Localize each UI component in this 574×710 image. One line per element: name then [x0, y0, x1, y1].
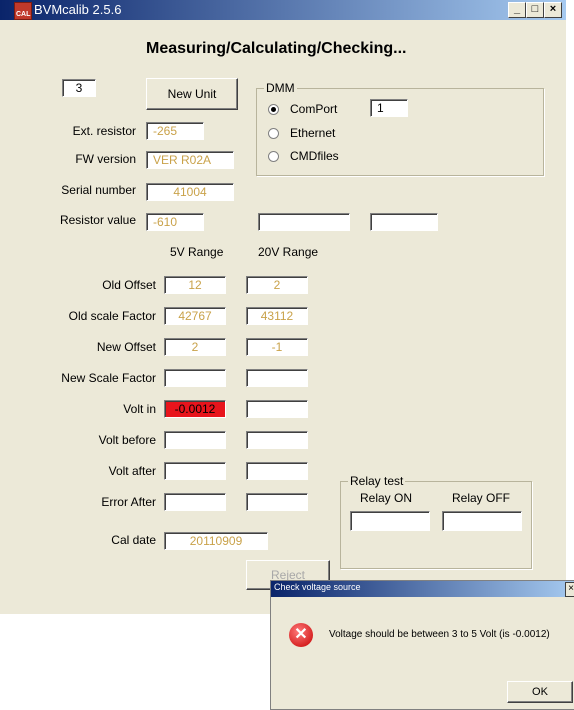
- old-offset-5v[interactable]: 12: [164, 276, 226, 294]
- row-label-new-scale: New Scale Factor: [61, 371, 156, 385]
- volt-after-5v[interactable]: [164, 462, 226, 480]
- 5v-range-header: 5V Range: [170, 245, 224, 259]
- relay-on-label: Relay ON: [360, 491, 413, 505]
- app-icon: CAL: [14, 2, 32, 20]
- fw-version-field[interactable]: VER R02A: [146, 151, 234, 169]
- page-title: Measuring/Calculating/Checking...: [146, 40, 407, 57]
- row-label-volt-in: Volt in: [123, 402, 156, 416]
- cal-date-field[interactable]: 20110909: [164, 532, 268, 550]
- ext-resistor-field[interactable]: -265: [146, 122, 204, 140]
- dialog-title: Check voltage source: [274, 582, 361, 592]
- old-scale-5v[interactable]: 42767: [164, 307, 226, 325]
- relay-test-legend: Relay test: [348, 474, 406, 488]
- volt-before-20v[interactable]: [246, 431, 308, 449]
- new-offset-5v[interactable]: 2: [164, 338, 226, 356]
- comport-number-field[interactable]: 1: [370, 99, 408, 117]
- volt-in-20v[interactable]: [246, 400, 308, 418]
- relay-on-field[interactable]: [350, 511, 430, 531]
- ext-resistor-label: Ext. resistor: [72, 124, 136, 138]
- cmdfiles-radio[interactable]: [268, 151, 279, 162]
- serial-number-field[interactable]: 41004: [146, 183, 234, 201]
- new-scale-20v[interactable]: [246, 369, 308, 387]
- comport-radio[interactable]: [268, 104, 279, 115]
- resistor-extra-field-2[interactable]: [370, 213, 438, 231]
- row-label-volt-before: Volt before: [98, 433, 156, 447]
- old-scale-20v[interactable]: 43112: [246, 307, 308, 325]
- old-offset-20v[interactable]: 2: [246, 276, 308, 294]
- row-label-new-offset: New Offset: [96, 340, 156, 354]
- cmdfiles-label: CMDfiles: [290, 149, 339, 163]
- dmm-legend: DMM: [264, 81, 297, 95]
- error-icon: ✕: [289, 623, 313, 647]
- error-after-5v[interactable]: [164, 493, 226, 511]
- serial-number-label: Serial number: [61, 183, 136, 197]
- minimize-button[interactable]: _: [508, 2, 526, 18]
- resistor-value-field[interactable]: -610: [146, 213, 204, 231]
- title-bar: CAL BVMcalib 2.5.6 _ □ ×: [0, 0, 566, 20]
- error-after-20v[interactable]: [246, 493, 308, 511]
- comport-label: ComPort: [290, 102, 338, 116]
- relay-off-label: Relay OFF: [452, 491, 511, 505]
- new-offset-20v[interactable]: -1: [246, 338, 308, 356]
- ethernet-label: Ethernet: [290, 126, 336, 140]
- new-scale-5v[interactable]: [164, 369, 226, 387]
- dialog-title-bar: Check voltage source ×: [271, 581, 574, 597]
- resistor-extra-field-1[interactable]: [258, 213, 350, 231]
- resistor-value-label: Resistor value: [59, 213, 136, 227]
- row-label-error-after: Error After: [101, 495, 156, 509]
- row-label-old-offset: Old Offset: [102, 278, 156, 292]
- relay-off-field[interactable]: [442, 511, 522, 531]
- dialog-close-button[interactable]: ×: [565, 582, 574, 597]
- 20v-range-header: 20V Range: [258, 245, 319, 259]
- ethernet-radio[interactable]: [268, 128, 279, 139]
- volt-after-20v[interactable]: [246, 462, 308, 480]
- maximize-button[interactable]: □: [526, 2, 544, 18]
- window-title: BVMcalib 2.5.6: [34, 2, 122, 17]
- unit-number-field[interactable]: 3: [62, 79, 96, 97]
- check-voltage-dialog: Check voltage source × ✕ Voltage should …: [270, 580, 574, 710]
- new-unit-button[interactable]: New Unit: [146, 78, 238, 110]
- fw-version-label: FW version: [75, 152, 136, 166]
- row-label-volt-after: Volt after: [108, 464, 156, 478]
- cal-date-label: Cal date: [111, 533, 156, 547]
- close-button[interactable]: ×: [544, 2, 562, 18]
- row-label-old-scale: Old scale Factor: [68, 309, 156, 323]
- dialog-message: Voltage should be between 3 to 5 Volt (i…: [329, 629, 550, 640]
- ok-button[interactable]: OK: [507, 681, 573, 703]
- main-window: CAL BVMcalib 2.5.6 _ □ × Measuring/Calcu…: [0, 0, 566, 614]
- volt-in-5v[interactable]: -0.0012: [164, 400, 226, 418]
- volt-before-5v[interactable]: [164, 431, 226, 449]
